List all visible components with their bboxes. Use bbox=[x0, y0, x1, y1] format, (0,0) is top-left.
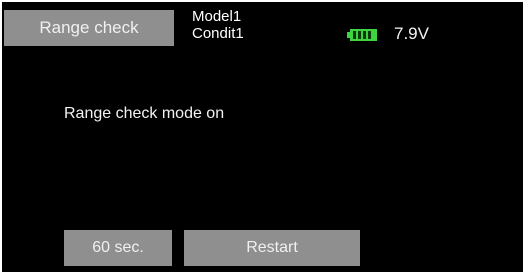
model-name: Model1 bbox=[192, 8, 242, 25]
model-info: Model1 Condit1 bbox=[192, 8, 244, 42]
screen-title: Range check bbox=[4, 10, 174, 46]
battery-voltage: 7.9V bbox=[394, 24, 429, 43]
range-check-screen: Range check Model1 Condit1 7.9V Range ch… bbox=[2, 2, 523, 272]
battery-icon bbox=[347, 29, 377, 41]
range-check-status: Range check mode on bbox=[64, 105, 225, 122]
condition-name: Condit1 bbox=[192, 25, 244, 42]
restart-button[interactable]: Restart bbox=[184, 230, 360, 266]
timer-button[interactable]: 60 sec. bbox=[64, 230, 172, 266]
